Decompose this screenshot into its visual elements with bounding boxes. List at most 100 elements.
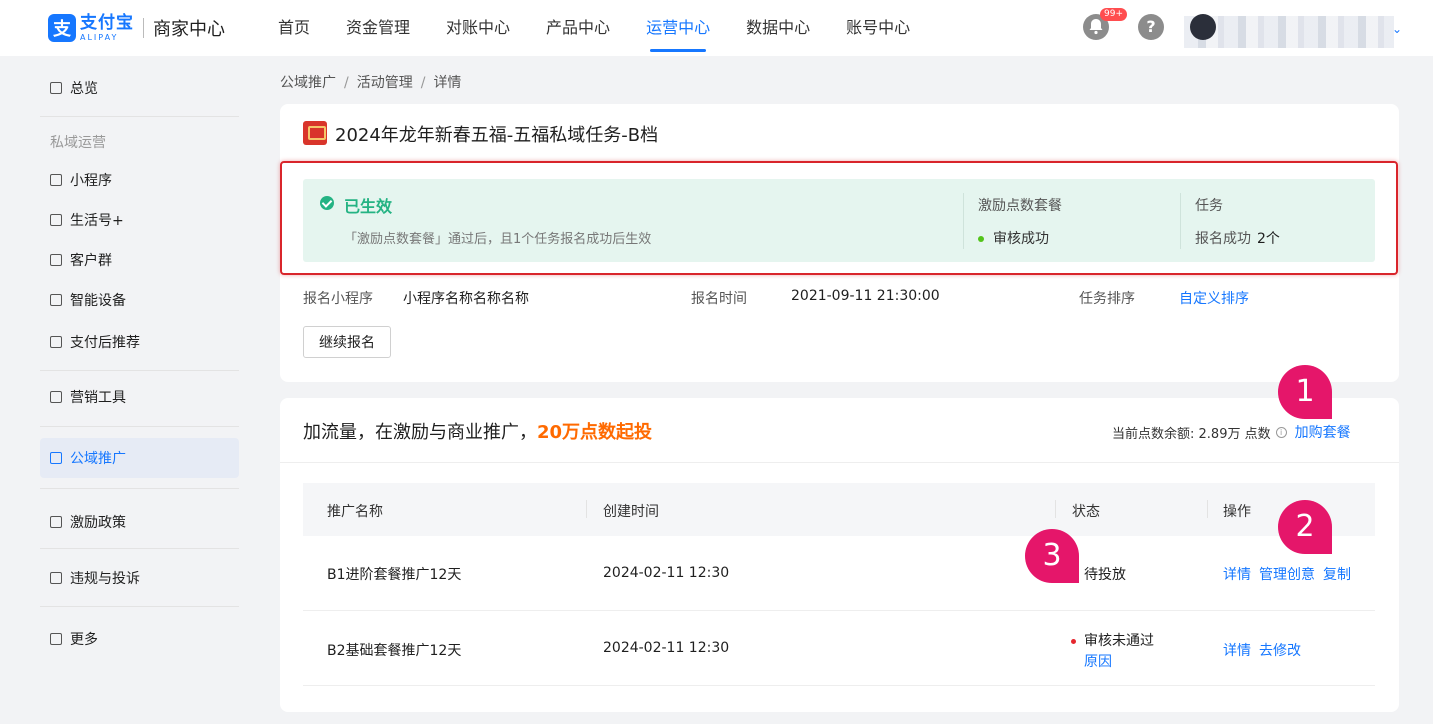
- created-time: 2024-02-11 12:30: [603, 640, 730, 656]
- device-icon: [50, 294, 62, 306]
- sidebar-item-customer-group[interactable]: 客户群: [40, 240, 239, 280]
- chevron-down-icon[interactable]: ⌄: [1392, 22, 1402, 36]
- alipay-logo-icon: 支: [48, 14, 76, 42]
- sidebar-item-public-promo[interactable]: 公域推广: [40, 438, 239, 478]
- status-title: 已生效: [344, 197, 393, 216]
- check-circle-icon: [320, 196, 334, 210]
- column-header-created: 创建时间: [603, 504, 659, 520]
- sidebar-item-label: 总览: [70, 81, 98, 97]
- status-divider: [1180, 193, 1181, 249]
- promotion-card: 加流量，在激励与商业推广，20万点数起投 当前点数余额: 2.89万 点数 i …: [280, 398, 1399, 712]
- signup-time-label: 报名时间: [691, 291, 747, 307]
- logo-cn: 支付宝: [80, 12, 134, 33]
- detail-link[interactable]: 详情: [1223, 564, 1251, 584]
- success-dot: [978, 236, 984, 242]
- nav-reconciliation[interactable]: 对账中心: [430, 0, 526, 56]
- main-nav: 首页 资金管理 对账中心 产品中心 运营中心 数据中心 账号中心: [262, 0, 930, 56]
- breadcrumb: 公域推广 / 活动管理 / 详情: [280, 72, 461, 92]
- promotion-title: 加流量，在激励与商业推广，20万点数起投: [303, 418, 652, 444]
- custom-sort-link[interactable]: 自定义排序: [1179, 288, 1249, 308]
- manage-creative-link[interactable]: 管理创意: [1259, 564, 1315, 584]
- balance-label: 当前点数余额:: [1112, 426, 1195, 442]
- logo-divider: [143, 18, 144, 38]
- sidebar: 总览 私域运营 小程序 生活号+ 客户群 智能设备 支付后推荐 营销工具 公域推…: [0, 56, 255, 724]
- nav-funds[interactable]: 资金管理: [330, 0, 426, 56]
- sidebar-item-label: 智能设备: [70, 293, 126, 309]
- sidebar-item-more[interactable]: 更多: [40, 619, 239, 659]
- sidebar-item-smart-device[interactable]: 智能设备: [40, 280, 239, 320]
- life-account-icon: [50, 214, 62, 226]
- continue-signup-button[interactable]: 继续报名: [303, 326, 391, 358]
- task-label: 任务: [1195, 198, 1223, 214]
- nav-products[interactable]: 产品中心: [530, 0, 626, 56]
- breadcrumb-separator: /: [420, 75, 426, 91]
- sidebar-item-label: 违规与投诉: [70, 571, 140, 587]
- sidebar-item-label: 小程序: [70, 173, 112, 189]
- status-text-label: 审核未通过: [1084, 633, 1154, 649]
- overview-icon: [50, 82, 62, 94]
- sidebar-divider: [40, 548, 239, 549]
- error-dot: [1071, 638, 1076, 644]
- sidebar-item-mini-program[interactable]: 小程序: [40, 160, 239, 200]
- activity-title: 2024年龙年新春五福-五福私域任务-B档: [335, 125, 659, 146]
- task-count: 2个: [1257, 231, 1280, 247]
- sidebar-item-label: 支付后推荐: [70, 335, 140, 351]
- sidebar-divider: [40, 426, 239, 427]
- sidebar-item-life-account[interactable]: 生活号+: [40, 200, 239, 240]
- notification-badge: 99+: [1100, 8, 1127, 21]
- cube-icon: [50, 174, 62, 186]
- breadcrumb-public-promo[interactable]: 公域推广: [280, 75, 336, 91]
- sidebar-divider: [40, 370, 239, 371]
- signup-mini-label: 报名小程序: [303, 291, 373, 307]
- sidebar-item-label: 营销工具: [70, 390, 126, 406]
- sidebar-item-marketing-tools[interactable]: 营销工具: [40, 377, 239, 417]
- copy-link[interactable]: 复制: [1323, 564, 1351, 584]
- reason-link[interactable]: 原因: [1084, 651, 1112, 671]
- status-panel: 已生效 「激励点数套餐」通过后，且1个任务报名成功后生效 激励点数套餐 审核成功…: [303, 179, 1375, 262]
- balance-value: 2.89万 点数: [1198, 426, 1271, 442]
- nav-data[interactable]: 数据中心: [730, 0, 826, 56]
- nav-operations[interactable]: 运营中心: [630, 0, 726, 56]
- more-icon: [50, 633, 62, 645]
- promotion-title-prefix: 加流量，在激励与商业推广，: [303, 422, 537, 443]
- status-divider: [963, 193, 964, 249]
- chat-group-icon: [50, 254, 62, 266]
- sidebar-item-label: 激励政策: [70, 515, 126, 531]
- account-info-blurred[interactable]: [1184, 16, 1394, 48]
- sidebar-item-violation[interactable]: 违规与投诉: [40, 558, 239, 598]
- sidebar-item-label: 更多: [70, 632, 98, 648]
- signup-time-value: 2021-09-11 21:30:00: [791, 288, 940, 304]
- promotion-name: B2基础套餐推广12天: [327, 643, 462, 659]
- status-text: 待投放: [1084, 567, 1126, 583]
- sidebar-divider: [40, 488, 239, 489]
- column-header-name: 推广名称: [327, 504, 383, 520]
- table-header: 推广名称 创建时间 状态 操作: [303, 483, 1375, 536]
- sidebar-item-incentive[interactable]: 激励政策: [40, 502, 239, 542]
- promotion-title-highlight: 20万点数起投: [537, 422, 653, 443]
- incentive-icon: [50, 516, 62, 528]
- annotation-marker-2: 2: [1278, 500, 1332, 554]
- info-icon[interactable]: i: [1275, 426, 1287, 438]
- annotation-marker-3: 3: [1025, 529, 1079, 583]
- buy-package-link[interactable]: 加购套餐: [1295, 422, 1351, 442]
- sidebar-divider: [40, 606, 239, 607]
- nav-home[interactable]: 首页: [262, 0, 326, 56]
- megaphone-icon: [50, 452, 62, 464]
- status-text: 审核未通过: [1071, 630, 1154, 650]
- promotion-name: B1进阶套餐推广12天: [327, 567, 462, 583]
- help-icon[interactable]: ?: [1138, 14, 1164, 40]
- sidebar-group-private: 私域运营: [50, 135, 106, 151]
- sidebar-item-label: 公域推广: [70, 451, 126, 467]
- red-envelope-icon: [303, 121, 327, 145]
- avatar[interactable]: [1190, 14, 1216, 40]
- breadcrumb-activity-mgmt[interactable]: 活动管理: [357, 75, 413, 91]
- detail-link[interactable]: 详情: [1223, 640, 1251, 660]
- column-separator: [1207, 500, 1208, 518]
- edit-link[interactable]: 去修改: [1259, 640, 1301, 660]
- column-header-status: 状态: [1072, 504, 1100, 520]
- alipay-logo[interactable]: 支 支付宝 ALIPAY 商家中心: [48, 12, 225, 44]
- created-time: 2024-02-11 12:30: [603, 565, 730, 581]
- nav-account[interactable]: 账号中心: [830, 0, 926, 56]
- sidebar-item-after-pay[interactable]: 支付后推荐: [40, 322, 239, 362]
- sidebar-item-overview[interactable]: 总览: [40, 68, 239, 108]
